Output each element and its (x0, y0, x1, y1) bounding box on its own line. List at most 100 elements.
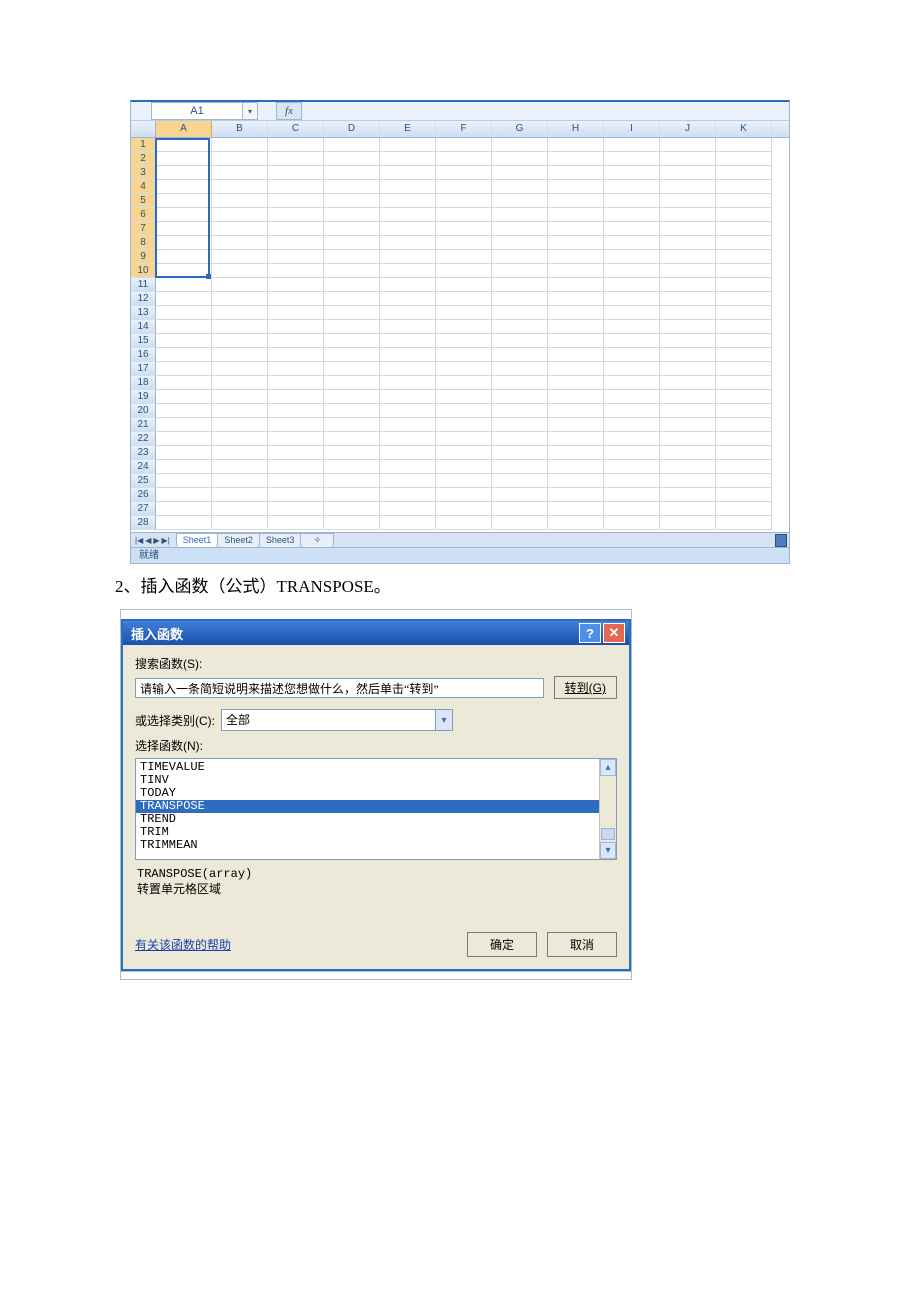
cell[interactable] (268, 432, 324, 446)
cell[interactable] (268, 208, 324, 222)
cell[interactable] (212, 376, 268, 390)
list-item[interactable]: TIMEVALUE (136, 761, 599, 774)
cell[interactable] (324, 138, 380, 152)
column-header[interactable]: J (660, 121, 716, 137)
cell[interactable] (324, 194, 380, 208)
cell[interactable] (156, 446, 212, 460)
help-icon[interactable]: ? (579, 623, 601, 643)
cell[interactable] (492, 362, 548, 376)
cell[interactable] (492, 264, 548, 278)
cell[interactable] (492, 460, 548, 474)
cell[interactable] (492, 194, 548, 208)
cell[interactable] (548, 180, 604, 194)
cell[interactable] (380, 474, 436, 488)
cell[interactable] (380, 376, 436, 390)
cell[interactable] (604, 208, 660, 222)
cell[interactable] (660, 334, 716, 348)
cell[interactable] (604, 362, 660, 376)
cell[interactable] (492, 236, 548, 250)
row-header[interactable]: 21 (131, 418, 156, 432)
cell[interactable] (380, 432, 436, 446)
new-sheet-tab[interactable]: ✧ (300, 533, 334, 547)
cell[interactable] (604, 166, 660, 180)
cell[interactable] (436, 334, 492, 348)
cell[interactable] (660, 208, 716, 222)
cell[interactable] (548, 194, 604, 208)
cell[interactable] (604, 404, 660, 418)
cell[interactable] (212, 516, 268, 530)
cell[interactable] (156, 292, 212, 306)
cell[interactable] (604, 376, 660, 390)
cell[interactable] (324, 418, 380, 432)
cell[interactable] (156, 502, 212, 516)
cell[interactable] (324, 362, 380, 376)
cell[interactable] (156, 208, 212, 222)
cell[interactable] (268, 320, 324, 334)
cell[interactable] (548, 362, 604, 376)
cell[interactable] (716, 180, 772, 194)
cell[interactable] (324, 348, 380, 362)
cell[interactable] (156, 194, 212, 208)
list-item[interactable]: TODAY (136, 787, 599, 800)
cell[interactable] (324, 306, 380, 320)
cell[interactable] (716, 292, 772, 306)
cell[interactable] (548, 152, 604, 166)
cell[interactable] (660, 278, 716, 292)
cell[interactable] (660, 138, 716, 152)
cell[interactable] (212, 292, 268, 306)
cell[interactable] (660, 180, 716, 194)
cell[interactable] (380, 516, 436, 530)
row-header[interactable]: 9 (131, 250, 156, 264)
cell[interactable] (548, 446, 604, 460)
cell[interactable] (492, 390, 548, 404)
row-header[interactable]: 4 (131, 180, 156, 194)
cell[interactable] (212, 488, 268, 502)
cell[interactable] (660, 152, 716, 166)
cell[interactable] (268, 460, 324, 474)
cell[interactable] (156, 180, 212, 194)
cell[interactable] (492, 278, 548, 292)
cell[interactable] (716, 516, 772, 530)
row-header[interactable]: 1 (131, 138, 156, 152)
function-listbox[interactable]: TIMEVALUETINVTODAYTRANSPOSETRENDTRIMTRIM… (135, 758, 617, 860)
cell[interactable] (380, 446, 436, 460)
cell[interactable] (212, 152, 268, 166)
row-header[interactable]: 10 (131, 264, 156, 278)
column-header[interactable]: E (380, 121, 436, 137)
cell[interactable] (324, 278, 380, 292)
cell[interactable] (492, 166, 548, 180)
column-header[interactable]: G (492, 121, 548, 137)
search-input[interactable]: 请输入一条简短说明来描述您想做什么，然后单击“转到” (135, 678, 544, 698)
cell[interactable] (492, 446, 548, 460)
scroll-thumb[interactable] (601, 828, 615, 840)
cell[interactable] (212, 180, 268, 194)
cell[interactable] (212, 474, 268, 488)
cell[interactable] (716, 446, 772, 460)
cell[interactable] (604, 390, 660, 404)
cell[interactable] (716, 348, 772, 362)
cell[interactable] (716, 166, 772, 180)
cell[interactable] (716, 306, 772, 320)
row-header[interactable]: 15 (131, 334, 156, 348)
cell[interactable] (324, 152, 380, 166)
cell[interactable] (716, 194, 772, 208)
cell[interactable] (380, 404, 436, 418)
cell[interactable] (604, 502, 660, 516)
list-item[interactable]: TINV (136, 774, 599, 787)
cell[interactable] (324, 502, 380, 516)
column-header[interactable]: H (548, 121, 604, 137)
cell[interactable] (660, 194, 716, 208)
cell[interactable] (660, 418, 716, 432)
cell[interactable] (268, 264, 324, 278)
cell[interactable] (604, 194, 660, 208)
column-header[interactable]: I (604, 121, 660, 137)
chevron-down-icon[interactable]: ▾ (435, 710, 452, 730)
cell[interactable] (436, 180, 492, 194)
cell[interactable] (604, 348, 660, 362)
cell[interactable] (436, 194, 492, 208)
cell[interactable] (492, 180, 548, 194)
cell[interactable] (716, 334, 772, 348)
cell[interactable] (156, 404, 212, 418)
cell[interactable] (660, 222, 716, 236)
column-header[interactable]: D (324, 121, 380, 137)
